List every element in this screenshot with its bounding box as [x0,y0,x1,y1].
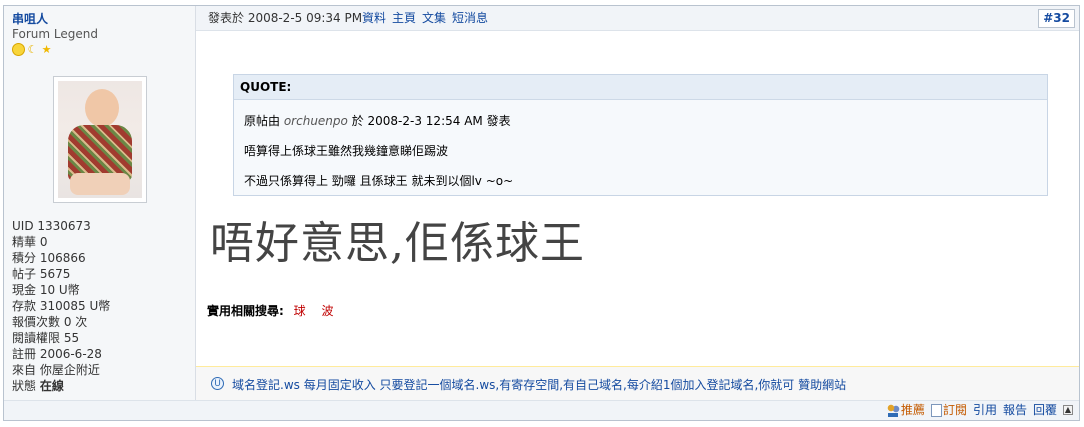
articles-link[interactable]: 文集 [422,6,446,30]
moon-icon: ☾ [27,43,38,56]
quote-prefix: 原帖由 [244,114,281,128]
author-stats: UID 1330673 精華 0 積分 106866 帖子 5675 現金 10… [12,218,110,394]
status-value: 在線 [39,379,64,393]
related-search: 實用相關搜尋: 球 波 [207,302,340,319]
subscribe-label: 訂閱 [942,403,967,417]
profile-link[interactable]: 資料 [362,6,386,30]
people-icon [885,403,900,417]
quote-date: 於 2008-2-3 12:54 AM 發表 [351,114,511,128]
stat-reports: 報價次數 0 次 [12,315,88,329]
stat-deposit: 存款 310085 U幣 [12,299,111,313]
ad-bar: U 域名登記.ws 每月固定收入 只要登記一個域名.ws,有寄存空間,有自己域名… [196,366,1079,400]
quote-meta: 原帖由 orchuenpo 於 2008-2-3 12:54 AM 發表 [244,112,511,129]
post-main: 發表於 2008-2-5 09:34 PM 資料 主頁 文集 短消息 #32 Q… [196,6,1079,400]
stat-read-permission: 閱讀權限 55 [12,331,80,345]
report-button[interactable]: 報告 [1003,403,1027,417]
info-circle-icon: U [211,377,224,390]
document-icon [930,403,942,417]
post-date: 發表於 2008-2-5 09:34 PM [208,11,363,25]
post-body: 唔好意思,佢係球王 [210,218,585,269]
post-footer: 推薦 訂閱 引用 報告 回覆 ▲ [4,400,1079,420]
quote-author[interactable]: orchuenpo [284,114,348,128]
stat-status: 狀態 在線 [12,378,110,394]
ad-link[interactable]: 域名登記.ws 每月固定收入 只要登記一個域名.ws,有寄存空間,有自己域名,每… [232,376,846,393]
author-name[interactable]: 串咀人 [12,10,48,27]
subscribe-button[interactable]: 訂閱 [930,403,967,417]
status-label: 狀態 [12,379,37,393]
related-keyword[interactable]: 波 [321,304,333,318]
related-search-label: 實用相關搜尋: [207,304,284,318]
homepage-link[interactable]: 主頁 [392,6,416,30]
author-title: Forum Legend [12,27,98,41]
rank-icons: ☾ ★ [12,43,53,59]
stat-posts: 帖子 5675 [12,267,71,281]
star-icon: ★ [41,43,52,56]
related-keyword[interactable]: 球 [294,304,306,318]
quote-line-2: 不過只係算得上 勁囉 且係球王 就未到以個lv ~o~ [244,174,514,188]
avatar-frame [53,76,147,203]
post-number-link[interactable]: #32 [1038,9,1075,28]
reply-button[interactable]: 回覆 [1033,403,1057,417]
post-header-links: 資料 主頁 文集 短消息 [362,6,488,30]
post-header: 發表於 2008-2-5 09:34 PM 資料 主頁 文集 短消息 #32 [196,6,1079,31]
sun-icon [12,43,25,56]
stat-location: 來自 你屋企附近 [12,363,100,377]
stat-cash: 現金 10 U幣 [12,283,80,297]
quote-line-1: 唔算得上係球王雖然我幾鐘意睇佢踢波 [244,144,449,158]
avatar [58,81,142,198]
quote-box: QUOTE: 原帖由 orchuenpo 於 2008-2-3 12:54 AM… [233,74,1048,196]
forum-post: 串咀人 Forum Legend ☾ ★ UID 1330673 精華 0 積分… [3,5,1080,421]
message-link[interactable]: 短消息 [452,6,488,30]
stat-points: 積分 106866 [12,251,86,265]
post-actions: 推薦 訂閱 引用 報告 回覆 ▲ [885,403,1073,417]
back-to-top-icon[interactable]: ▲ [1063,405,1073,415]
recommend-label: 推薦 [900,403,925,417]
stat-registered: 註冊 2006-6-28 [12,347,102,361]
recommend-button[interactable]: 推薦 [885,403,925,417]
stat-uid: UID 1330673 [12,219,91,233]
quote-button[interactable]: 引用 [973,403,997,417]
stat-essence: 精華 0 [12,235,48,249]
quote-title: QUOTE: [234,75,1047,100]
author-sidebar: 串咀人 Forum Legend ☾ ★ UID 1330673 精華 0 積分… [4,6,196,400]
